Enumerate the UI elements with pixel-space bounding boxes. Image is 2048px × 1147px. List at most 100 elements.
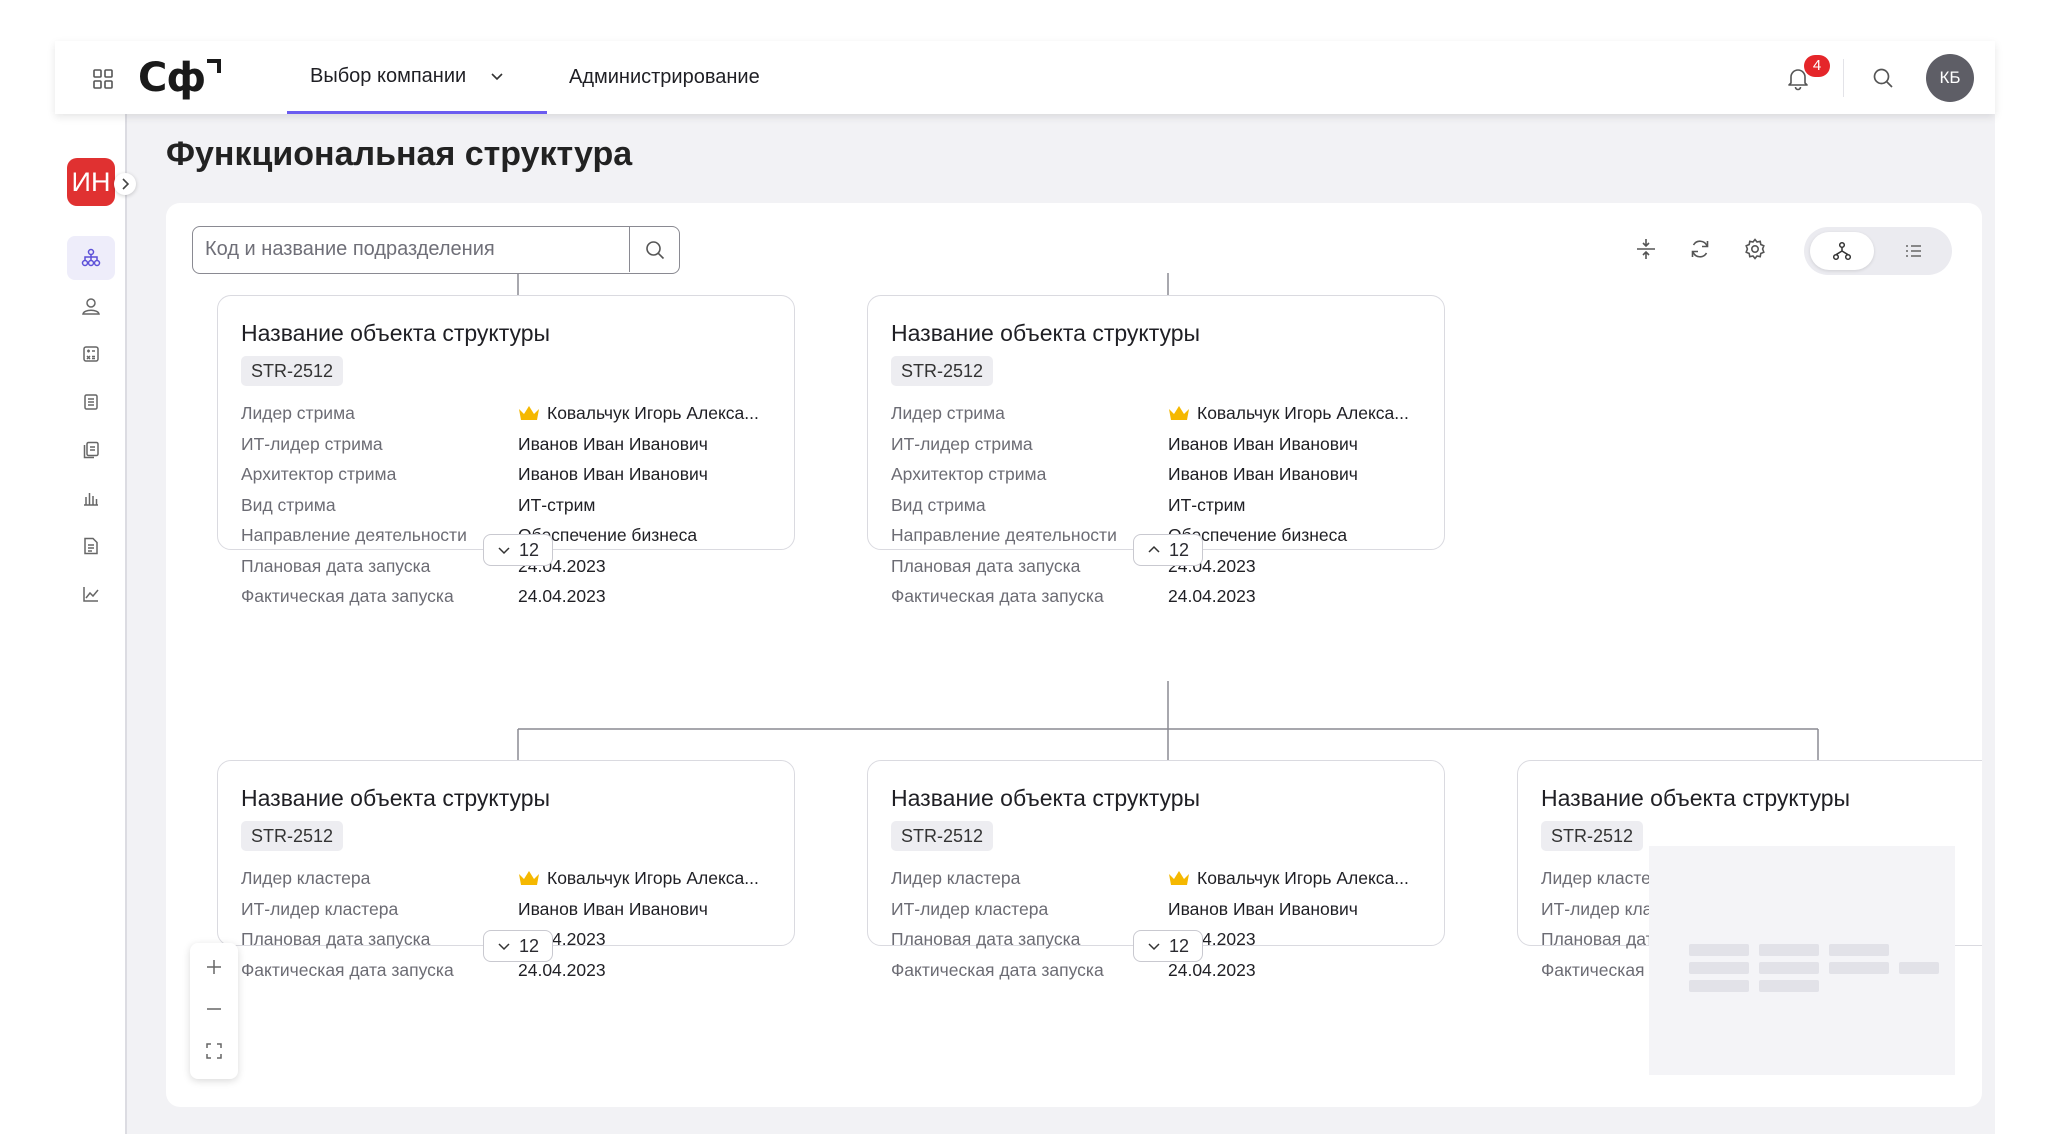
field-label: Направление деятельности [891, 525, 1117, 545]
field-value: 24.04.2023 [1168, 555, 1256, 576]
expand-children-button[interactable]: 12 [483, 534, 553, 566]
list-view-button[interactable] [1882, 232, 1946, 270]
apps-grid-icon[interactable] [92, 68, 114, 90]
field-label: Фактическая дата запуска [241, 586, 454, 606]
search-icon [645, 240, 664, 259]
structure-canvas[interactable]: Название объекта структуры STR-2512 Лиде… [166, 203, 1982, 1107]
zoom-out-button[interactable] [190, 989, 238, 1029]
sidebar-item-bar-chart[interactable] [67, 476, 115, 520]
sidebar-item-calculator[interactable] [67, 332, 115, 376]
search-button[interactable] [629, 227, 679, 272]
field-label: Лидер стрима [891, 403, 1005, 423]
card-code: STR-2512 [241, 821, 344, 851]
field-value: ИТ-стрим [518, 494, 596, 515]
nav-company-label: Выбор компании [310, 64, 467, 87]
field-label: Фактическая дата запуска [241, 959, 454, 980]
field-label: Архитектор стрима [241, 464, 397, 484]
field-label: ИТ-лидер стрима [241, 433, 383, 454]
collapse-all-button[interactable] [1632, 235, 1660, 263]
bar-chart-icon [84, 493, 98, 506]
documents-icon [83, 441, 99, 459]
field-label: Плановая дата запуска [891, 929, 1081, 949]
gear-icon [1745, 238, 1765, 260]
card-code: STR-2512 [241, 356, 344, 386]
sidebar-item-structure[interactable] [67, 236, 115, 280]
children-count: 12 [1168, 935, 1190, 956]
search-input[interactable] [193, 227, 631, 272]
collapse-children-button[interactable]: 12 [1133, 534, 1203, 566]
field-value: Ковальчук Игорь Алекса... [1168, 398, 1423, 429]
chevron-down-icon [498, 943, 510, 951]
card-title: Название объекта структуры [1541, 785, 1851, 811]
page-title: Функциональная структура [166, 135, 633, 173]
sidebar-item-list[interactable] [67, 380, 115, 424]
org-badge[interactable]: ИН [67, 158, 115, 206]
top-bar: Сф Выбор компании Администрирование 4 КБ [55, 41, 1995, 114]
tree-view-icon [1832, 241, 1852, 261]
card-fields: Лидер стрима Ковальчук Игорь Алекса... ИТ… [891, 398, 1423, 612]
notification-badge: 4 [1804, 55, 1830, 77]
structure-icon [81, 248, 101, 267]
field-label: Лидер стрима [241, 403, 355, 423]
chevron-down-icon [491, 73, 503, 81]
field-value: 24.04.2023 [1168, 929, 1256, 949]
list-icon [84, 394, 98, 410]
chevron-up-icon [1148, 545, 1160, 553]
field-label: ИТ-лидер кластера [891, 898, 1049, 919]
sidebar-expand-button[interactable] [114, 173, 136, 195]
fullscreen-icon [206, 1043, 222, 1059]
sidebar-item-trend[interactable] [67, 572, 115, 616]
field-label: Лидер кластера [891, 868, 1021, 888]
crown-icon [519, 406, 539, 420]
card-title: Название объекта структуры [241, 320, 551, 346]
crown-icon [519, 871, 539, 885]
structure-card[interactable]: Название объекта структуры STR-2512 Лиде… [217, 295, 795, 606]
nav-admin-link[interactable]: Администрирование [569, 41, 760, 114]
field-value: Ковальчук Игорь Алекса... [518, 398, 773, 429]
logo[interactable]: Сф [138, 55, 222, 101]
nav-company-select[interactable]: Выбор компании [287, 41, 547, 114]
department-search [192, 226, 680, 274]
sidebar-item-report[interactable] [67, 524, 115, 568]
settings-button[interactable] [1741, 235, 1769, 263]
structure-card[interactable]: Название объекта структуры STR-2512 Лиде… [867, 760, 1445, 980]
people-icon [82, 298, 100, 315]
card-fields: Лидер кластера Ковальчук Игорь Алекса... … [241, 863, 773, 985]
children-count: 12 [518, 935, 540, 956]
structure-card[interactable]: Название объекта структуры STR-2512 Лиде… [867, 295, 1445, 606]
crown-icon [1169, 871, 1189, 885]
report-icon [84, 537, 98, 555]
field-label: Фактическая дата запуска [891, 959, 1104, 980]
view-mode-toggle [1804, 227, 1952, 275]
field-label: Плановая дата запуска [241, 555, 431, 576]
tree-view-button[interactable] [1810, 232, 1874, 270]
expand-children-button[interactable]: 12 [1133, 930, 1203, 962]
card-code: STR-2512 [1541, 821, 1644, 851]
chevron-down-icon [1148, 943, 1160, 951]
field-value: 24.04.2023 [1168, 586, 1256, 606]
divider [1843, 59, 1844, 97]
expand-children-button[interactable]: 12 [483, 930, 553, 962]
field-label: Плановая дата запуска [241, 929, 431, 949]
structure-card[interactable]: Название объекта структуры STR-2512 Лиде… [217, 760, 795, 980]
field-value: Иванов Иван Иванович [1168, 898, 1358, 919]
search-icon[interactable] [1871, 66, 1895, 90]
field-label: Архитектор стрима [891, 464, 1047, 484]
field-label: Вид стрима [241, 494, 336, 515]
zoom-in-button[interactable] [190, 947, 238, 987]
sidebar-item-documents[interactable] [67, 428, 115, 472]
user-avatar[interactable]: КБ [1926, 54, 1974, 102]
field-value: ИТ-стрим [1168, 494, 1246, 515]
fit-screen-button[interactable] [190, 1031, 238, 1071]
field-value: 24.04.2023 [1168, 959, 1256, 980]
refresh-button[interactable] [1686, 235, 1714, 263]
card-fields: Лидер кластера Ковальчук Игорь Алекса... … [891, 863, 1423, 985]
minimap[interactable] [1649, 846, 1955, 1075]
field-value: Обеспечение бизнеса [518, 525, 698, 545]
minus-icon [207, 1008, 221, 1010]
refresh-icon [1691, 240, 1709, 258]
sidebar-item-people[interactable] [67, 284, 115, 328]
card-fields: Лидер стрима Ковальчук Игорь Алекса... ИТ… [241, 398, 773, 612]
field-label: Направление деятельности [241, 525, 467, 545]
plus-icon [207, 960, 221, 974]
